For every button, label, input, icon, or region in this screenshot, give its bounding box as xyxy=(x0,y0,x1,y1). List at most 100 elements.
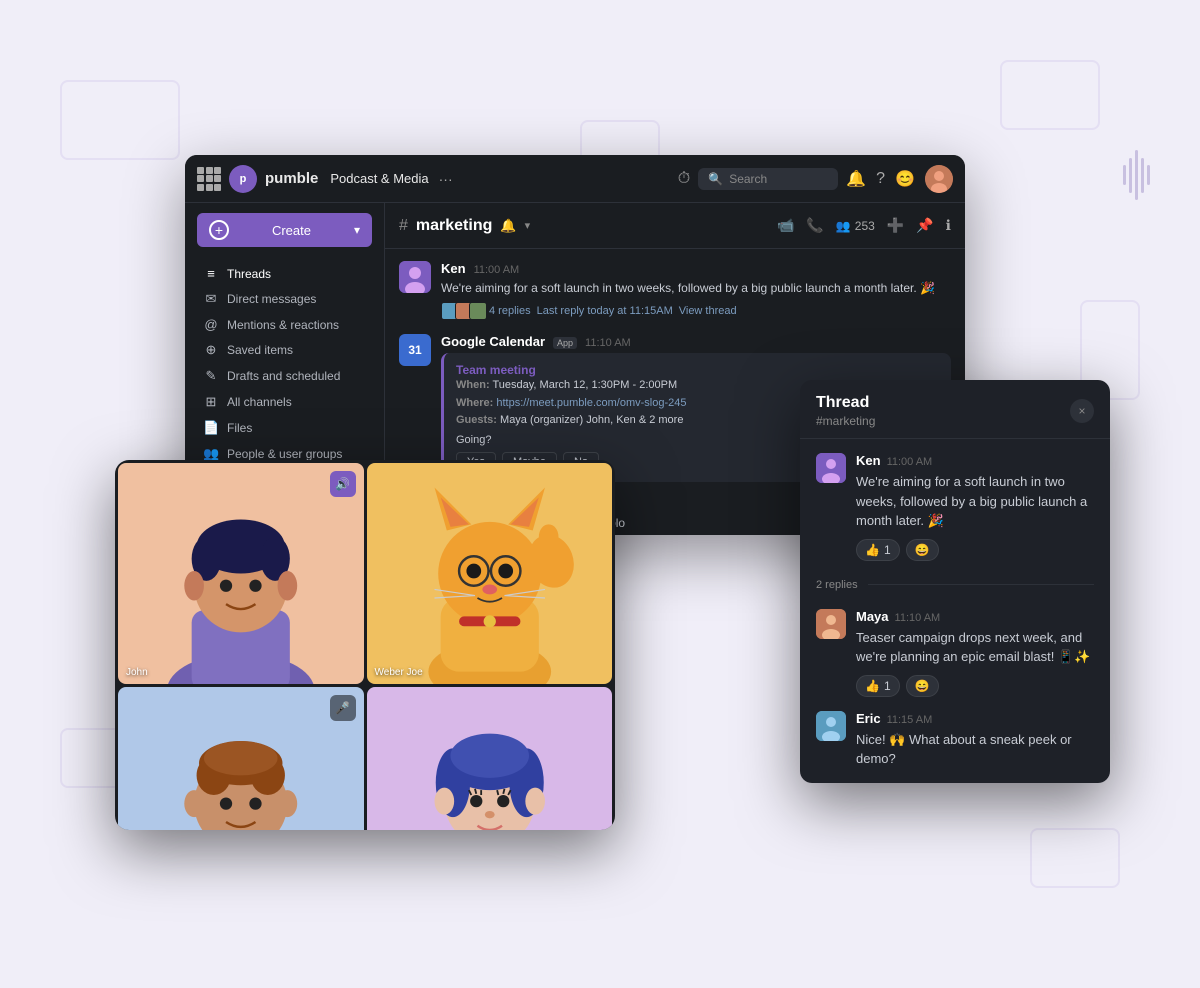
thread-maya-content: Maya 11:10 AM Teaser campaign drops next… xyxy=(856,609,1094,697)
thread-maya-avatar xyxy=(816,609,846,639)
pin-icon[interactable]: 📌 xyxy=(916,217,933,234)
sidebar-item-mentions[interactable]: @ Mentions & reactions xyxy=(189,312,380,337)
replies-count: 2 replies xyxy=(816,579,858,591)
search-icon: 🔍 xyxy=(708,172,723,186)
thread-panel: Thread #marketing × Ken 11:00 AM We're a… xyxy=(800,380,1110,783)
sidebar-item-label-dm: Direct messages xyxy=(227,292,316,306)
john-video-label: John xyxy=(126,667,148,678)
thread-last-reply: Last reply today at 11:15AM xyxy=(537,305,673,317)
sidebar-item-drafts[interactable]: ✎ Drafts and scheduled xyxy=(189,363,380,389)
video-icon[interactable]: 📹 xyxy=(777,217,794,234)
ken-time: 11:00 AM xyxy=(474,264,520,276)
sidebar-item-saved[interactable]: ⊕ Saved items xyxy=(189,337,380,363)
thread-maya-text: Teaser campaign drops next week, and we'… xyxy=(856,628,1094,667)
thread-channel: #marketing xyxy=(816,414,875,428)
thread-maya-name: Maya xyxy=(856,609,889,624)
reaction-count: 1 xyxy=(884,543,891,557)
drafts-icon: ✎ xyxy=(203,368,219,384)
create-arrow-icon: ▾ xyxy=(354,223,360,237)
sidebar-item-threads[interactable]: ≡ Threads xyxy=(189,261,380,286)
video-grid: 🔊 John xyxy=(115,460,615,830)
emoji-icon[interactable]: 😊 xyxy=(895,169,915,189)
thumbs-up-reaction[interactable]: 👍 1 xyxy=(856,539,900,561)
thread-msg-ken: Ken 11:00 AM We're aiming for a soft lau… xyxy=(816,453,1094,561)
members-badge[interactable]: 👥 253 xyxy=(836,219,875,233)
meeting-link[interactable]: https://meet.pumble.com/omv-slog-245 xyxy=(496,397,686,409)
thread-eric-time: 11:15 AM xyxy=(887,714,933,726)
thread-ken-time: 11:00 AM xyxy=(887,456,933,468)
app-badge: App xyxy=(553,337,577,349)
john-audio-badge: 🔊 xyxy=(330,471,356,497)
ken-name: Ken xyxy=(441,261,466,276)
brand-name: pumble xyxy=(265,170,318,187)
bg-rect-3 xyxy=(1000,60,1100,130)
maya-smile-reaction[interactable]: 😄 xyxy=(906,675,939,697)
thread-header: Thread #marketing × xyxy=(800,380,1110,439)
saved-icon: ⊕ xyxy=(203,342,219,358)
thread-messages: Ken 11:00 AM We're aiming for a soft lau… xyxy=(800,439,1110,783)
channel-name: marketing xyxy=(416,217,492,235)
ken-avatar xyxy=(399,261,431,293)
smile-reaction[interactable]: 😄 xyxy=(906,539,939,561)
search-box[interactable]: 🔍 Search xyxy=(698,168,838,190)
thread-eric-name: Eric xyxy=(856,711,881,726)
video-tile-cat: Weber Joe xyxy=(367,463,613,684)
meeting-title: Team meeting xyxy=(456,363,939,377)
bell-icon[interactable]: 🔔 xyxy=(846,169,866,189)
message-row: Ken 11:00 AM We're aiming for a soft lau… xyxy=(399,261,951,320)
view-thread-link[interactable]: View thread xyxy=(679,305,737,317)
mentions-icon: @ xyxy=(203,317,219,332)
sidebar-item-all-channels[interactable]: ⊞ All channels xyxy=(189,389,380,415)
thread-ken-content: Ken 11:00 AM We're aiming for a soft lau… xyxy=(856,453,1094,561)
maya-thumbs-up-reaction[interactable]: 👍 1 xyxy=(856,675,900,697)
video-call-window: 🔊 John xyxy=(115,460,615,830)
grid-icon[interactable] xyxy=(197,167,221,191)
sound-wave xyxy=(1123,150,1150,200)
thread-info: 4 replies Last reply today at 11:15AM Vi… xyxy=(441,302,951,320)
members-icon: 👥 xyxy=(836,219,851,233)
sidebar-item-label-mentions: Mentions & reactions xyxy=(227,318,339,332)
thread-eric-text: Nice! 🙌 What about a sneak peek or demo? xyxy=(856,730,1094,769)
channel-header: # marketing 🔔 ▾ 📹 📞 👥 253 ➕ 📌 ℹ xyxy=(385,203,965,249)
thread-close-button[interactable]: × xyxy=(1070,399,1094,423)
help-icon[interactable]: ? xyxy=(876,170,885,188)
calendar-avatar: 31 xyxy=(399,334,431,366)
bg-rect-1 xyxy=(60,80,180,160)
thread-msg-maya: Maya 11:10 AM Teaser campaign drops next… xyxy=(816,609,1094,697)
sidebar-item-files[interactable]: 📄 Files xyxy=(189,415,380,441)
thread-msg-eric: Eric 11:15 AM Nice! 🙌 What about a sneak… xyxy=(816,711,1094,769)
channel-bell-icon[interactable]: 🔔 xyxy=(500,218,516,234)
ken-mute-badge: 🎤 xyxy=(330,695,356,721)
top-bar-icons: 🔔 ? 😊 xyxy=(846,165,953,193)
meeting-when: Tuesday, March 12, 1:30PM - 2:00PM xyxy=(492,379,677,391)
thread-maya-time: 11:10 AM xyxy=(895,612,941,624)
ken-message-content: Ken 11:00 AM We're aiming for a soft lau… xyxy=(441,261,951,320)
ken-text: We're aiming for a soft launch in two we… xyxy=(441,279,951,297)
channel-hash: # xyxy=(399,217,408,235)
video-tile-ken: 🎤 Ken xyxy=(118,687,364,830)
history-icon[interactable]: ⏱ xyxy=(678,170,690,188)
sidebar-item-direct-messages[interactable]: ✉ Direct messages xyxy=(189,286,380,312)
meeting-guests: Maya (organizer) John, Ken & 2 more xyxy=(500,414,683,426)
thread-ken-text: We're aiming for a soft launch in two we… xyxy=(856,472,1094,531)
add-member-icon[interactable]: ➕ xyxy=(887,217,904,234)
thread-eric-avatar xyxy=(816,711,846,741)
maya-reaction-count: 1 xyxy=(884,679,891,693)
all-channels-icon: ⊞ xyxy=(203,394,219,410)
video-tile-john: 🔊 John xyxy=(118,463,364,684)
user-avatar[interactable] xyxy=(925,165,953,193)
create-button[interactable]: + Create ▾ xyxy=(197,213,372,247)
thread-replies-count: 4 replies xyxy=(489,305,531,317)
sidebar-item-label-people: People & user groups xyxy=(227,447,342,461)
video-tile-you: You xyxy=(367,687,613,830)
phone-icon[interactable]: 📞 xyxy=(806,217,823,234)
workspace-dots: ··· xyxy=(439,171,453,187)
bg-rect-6 xyxy=(1030,828,1120,888)
channel-expand-icon[interactable]: ▾ xyxy=(525,219,531,232)
sidebar-item-label-threads: Threads xyxy=(227,267,271,281)
info-icon[interactable]: ℹ xyxy=(946,217,951,234)
replies-line xyxy=(868,584,1094,585)
create-icon: + xyxy=(209,220,229,240)
thread-eric-content: Eric 11:15 AM Nice! 🙌 What about a sneak… xyxy=(856,711,1094,769)
calendar-time: 11:10 AM xyxy=(585,337,631,349)
